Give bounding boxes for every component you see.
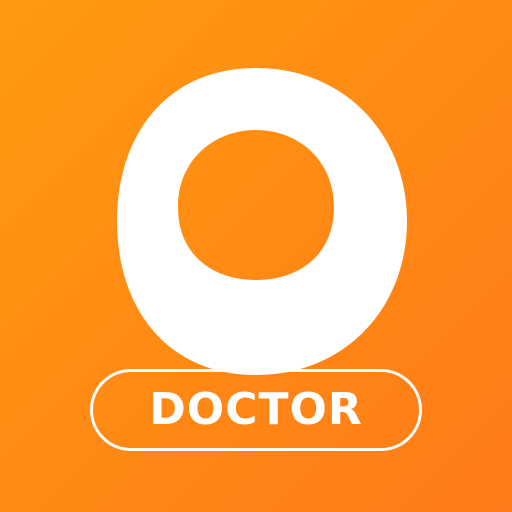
app-icon: DOCTOR <box>0 0 512 512</box>
badge-label: DOCTOR <box>149 384 363 435</box>
doctor-badge: DOCTOR <box>90 369 422 451</box>
